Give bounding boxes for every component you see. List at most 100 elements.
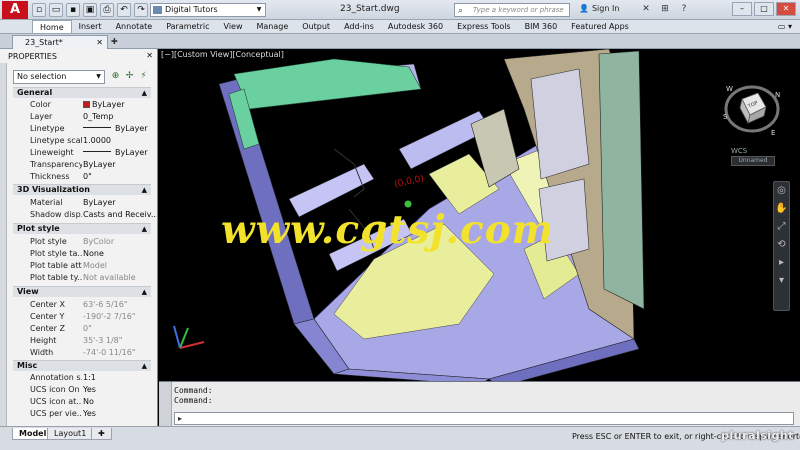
command-input[interactable]: ▸ <box>174 412 794 425</box>
orbit-icon[interactable]: ⟲ <box>774 236 789 254</box>
ribbon-minimize-icon[interactable]: ▭ ▾ <box>778 22 792 31</box>
section-plot-style[interactable]: Plot style ▲ <box>13 223 151 234</box>
lineweight-preview <box>83 151 111 152</box>
save-icon[interactable]: ▪ <box>66 3 80 17</box>
tab-view[interactable]: View <box>217 20 250 33</box>
prop-row[interactable]: Center Z 0" <box>13 323 151 335</box>
prop-key: Thickness <box>30 172 70 181</box>
viewcube[interactable]: TOP W E S N <box>720 75 784 139</box>
tab-annotate[interactable]: Annotate <box>109 20 160 33</box>
steering-wheel-icon[interactable]: ◎ <box>774 182 789 200</box>
prop-row[interactable]: UCS per vie... Yes <box>13 408 151 420</box>
section-view[interactable]: View ▲ <box>13 286 151 297</box>
prop-key: Center Z <box>30 324 65 333</box>
ucs-menu-button[interactable]: Unnamed <box>731 156 775 166</box>
minimize-button[interactable]: – <box>732 2 752 16</box>
prop-key: Center X <box>30 300 65 309</box>
ucs-x-axis <box>179 341 205 349</box>
close-icon[interactable]: ✕ <box>146 51 153 60</box>
workspace-dropdown[interactable]: Digital Tutors ▼ <box>150 3 266 17</box>
prop-row[interactable]: Thickness 0" <box>13 171 151 183</box>
prop-value: 35'-3 1/8" <box>83 336 123 345</box>
section-3d-visualization[interactable]: 3D Visualization ▲ <box>13 184 151 195</box>
new-tab-icon[interactable]: ✚ <box>111 37 118 46</box>
application-menu-button[interactable]: A <box>2 1 28 19</box>
compass-east[interactable]: E <box>771 129 775 137</box>
prop-row[interactable]: Height 35'-3 1/8" <box>13 335 151 347</box>
prop-row[interactable]: Annotation s...1:1 <box>13 372 151 384</box>
a360-icon[interactable]: ⊞ <box>659 3 671 15</box>
tab-express-tools[interactable]: Express Tools <box>450 20 518 33</box>
select-objects-icon[interactable]: ✢ <box>124 70 135 82</box>
selection-dropdown[interactable]: No selection ▼ <box>13 70 105 84</box>
prop-row[interactable]: Plot table att...Model <box>13 260 151 272</box>
open-icon[interactable]: ▭ <box>49 3 63 17</box>
palette-title-strip[interactable] <box>0 63 7 426</box>
drawing-viewport[interactable]: [−][Custom View][Conceptual] (0,0,0) www… <box>159 49 800 381</box>
prop-row[interactable]: UCS icon On Yes <box>13 384 151 396</box>
nav-bar-options-icon[interactable]: ▾ <box>774 272 789 290</box>
collapse-icon: ▲ <box>141 225 147 233</box>
prop-row[interactable]: UCS icon at... No <box>13 396 151 408</box>
toggle-pickadd-icon[interactable]: ⊕ <box>110 70 121 82</box>
file-tab-bar: 23_Start* ✕ ✚ <box>0 34 800 49</box>
tab-output[interactable]: Output <box>295 20 337 33</box>
prop-value: 1:1 <box>83 373 96 382</box>
tab-bim-360[interactable]: BIM 360 <box>518 20 565 33</box>
plot-icon[interactable]: ⎙ <box>100 3 114 17</box>
help-icon[interactable]: ? <box>678 3 690 15</box>
prop-row[interactable]: Linetype scale 1.0000 <box>13 135 151 147</box>
close-button[interactable]: ✕ <box>776 2 796 16</box>
title-bar: A ▫ ▭ ▪ ▣ ⎙ ↶ ↷ Digital Tutors ▼ 23_Star… <box>0 0 800 20</box>
tab-parametric[interactable]: Parametric <box>159 20 216 33</box>
prop-row[interactable]: Center Y -190'-2 7/16" <box>13 311 151 323</box>
showmotion-icon[interactable]: ▸ <box>774 254 789 272</box>
prop-row[interactable]: Material ByLayer <box>13 197 151 209</box>
prop-row[interactable]: Plot table ty... Not available <box>13 272 151 284</box>
exchange-icon[interactable]: ✕ <box>640 3 652 15</box>
tab-manage[interactable]: Manage <box>250 20 296 33</box>
sign-in-button[interactable]: 👤 Sign In <box>579 4 619 13</box>
file-tab-23-start[interactable]: 23_Start* ✕ <box>12 35 108 49</box>
wcs-label: WCS <box>731 147 748 155</box>
prop-row[interactable]: Lineweight ByLayer <box>13 147 151 159</box>
add-layout-icon[interactable]: ✚ <box>91 428 112 440</box>
prop-value: ByLayer <box>83 123 148 135</box>
maximize-button[interactable]: □ <box>754 2 774 16</box>
zoom-extents-icon[interactable]: ⤢ <box>774 218 789 236</box>
search-input[interactable]: ⌕ Type a keyword or phrase <box>454 3 570 17</box>
prop-row[interactable]: Width -74'-0 11/16" <box>13 347 151 359</box>
prop-value: No <box>83 397 94 406</box>
tab-featured-apps[interactable]: Featured Apps <box>564 20 636 33</box>
tab-insert[interactable]: Insert <box>72 20 109 33</box>
sign-in-label: Sign In <box>591 4 620 13</box>
command-line-grip[interactable] <box>159 382 172 427</box>
prop-row[interactable]: Linetype ByLayer <box>13 123 151 135</box>
quick-select-icon[interactable]: ⚡ <box>138 70 149 82</box>
tab-autodesk-360[interactable]: Autodesk 360 <box>381 20 450 33</box>
new-icon[interactable]: ▫ <box>32 3 46 17</box>
prop-row[interactable]: Transparency ByLayer <box>13 159 151 171</box>
chevron-down-icon: ▼ <box>96 73 101 80</box>
tab-add-ins[interactable]: Add-ins <box>337 20 381 33</box>
section-general[interactable]: General ▲ <box>13 87 151 98</box>
save-as-icon[interactable]: ▣ <box>83 3 97 17</box>
compass-west[interactable]: W <box>726 85 733 93</box>
prop-row[interactable]: Shadow disp...Casts and Receiv... <box>13 209 157 221</box>
pan-icon[interactable]: ✋ <box>774 200 789 218</box>
prop-row[interactable]: Plot style ta... None <box>13 248 151 260</box>
prop-value-text: ByLayer <box>115 148 148 157</box>
prop-key: Color <box>30 100 51 109</box>
undo-icon[interactable]: ↶ <box>117 3 131 17</box>
prop-row[interactable]: Layer 0_Temp <box>13 111 151 123</box>
prop-row[interactable]: Plot style ByColor <box>13 236 151 248</box>
redo-icon[interactable]: ↷ <box>134 3 148 17</box>
close-icon[interactable]: ✕ <box>96 36 103 49</box>
tab-layout1[interactable]: Layout1 <box>47 428 94 440</box>
compass-north[interactable]: N <box>775 91 780 99</box>
prop-row[interactable]: Color ByLayer <box>13 99 151 111</box>
tab-home[interactable]: Home <box>32 20 72 33</box>
prop-row[interactable]: Center X 63'-6 5/16" <box>13 299 151 311</box>
section-misc[interactable]: Misc ▲ <box>13 360 151 371</box>
compass-south[interactable]: S <box>723 113 728 121</box>
